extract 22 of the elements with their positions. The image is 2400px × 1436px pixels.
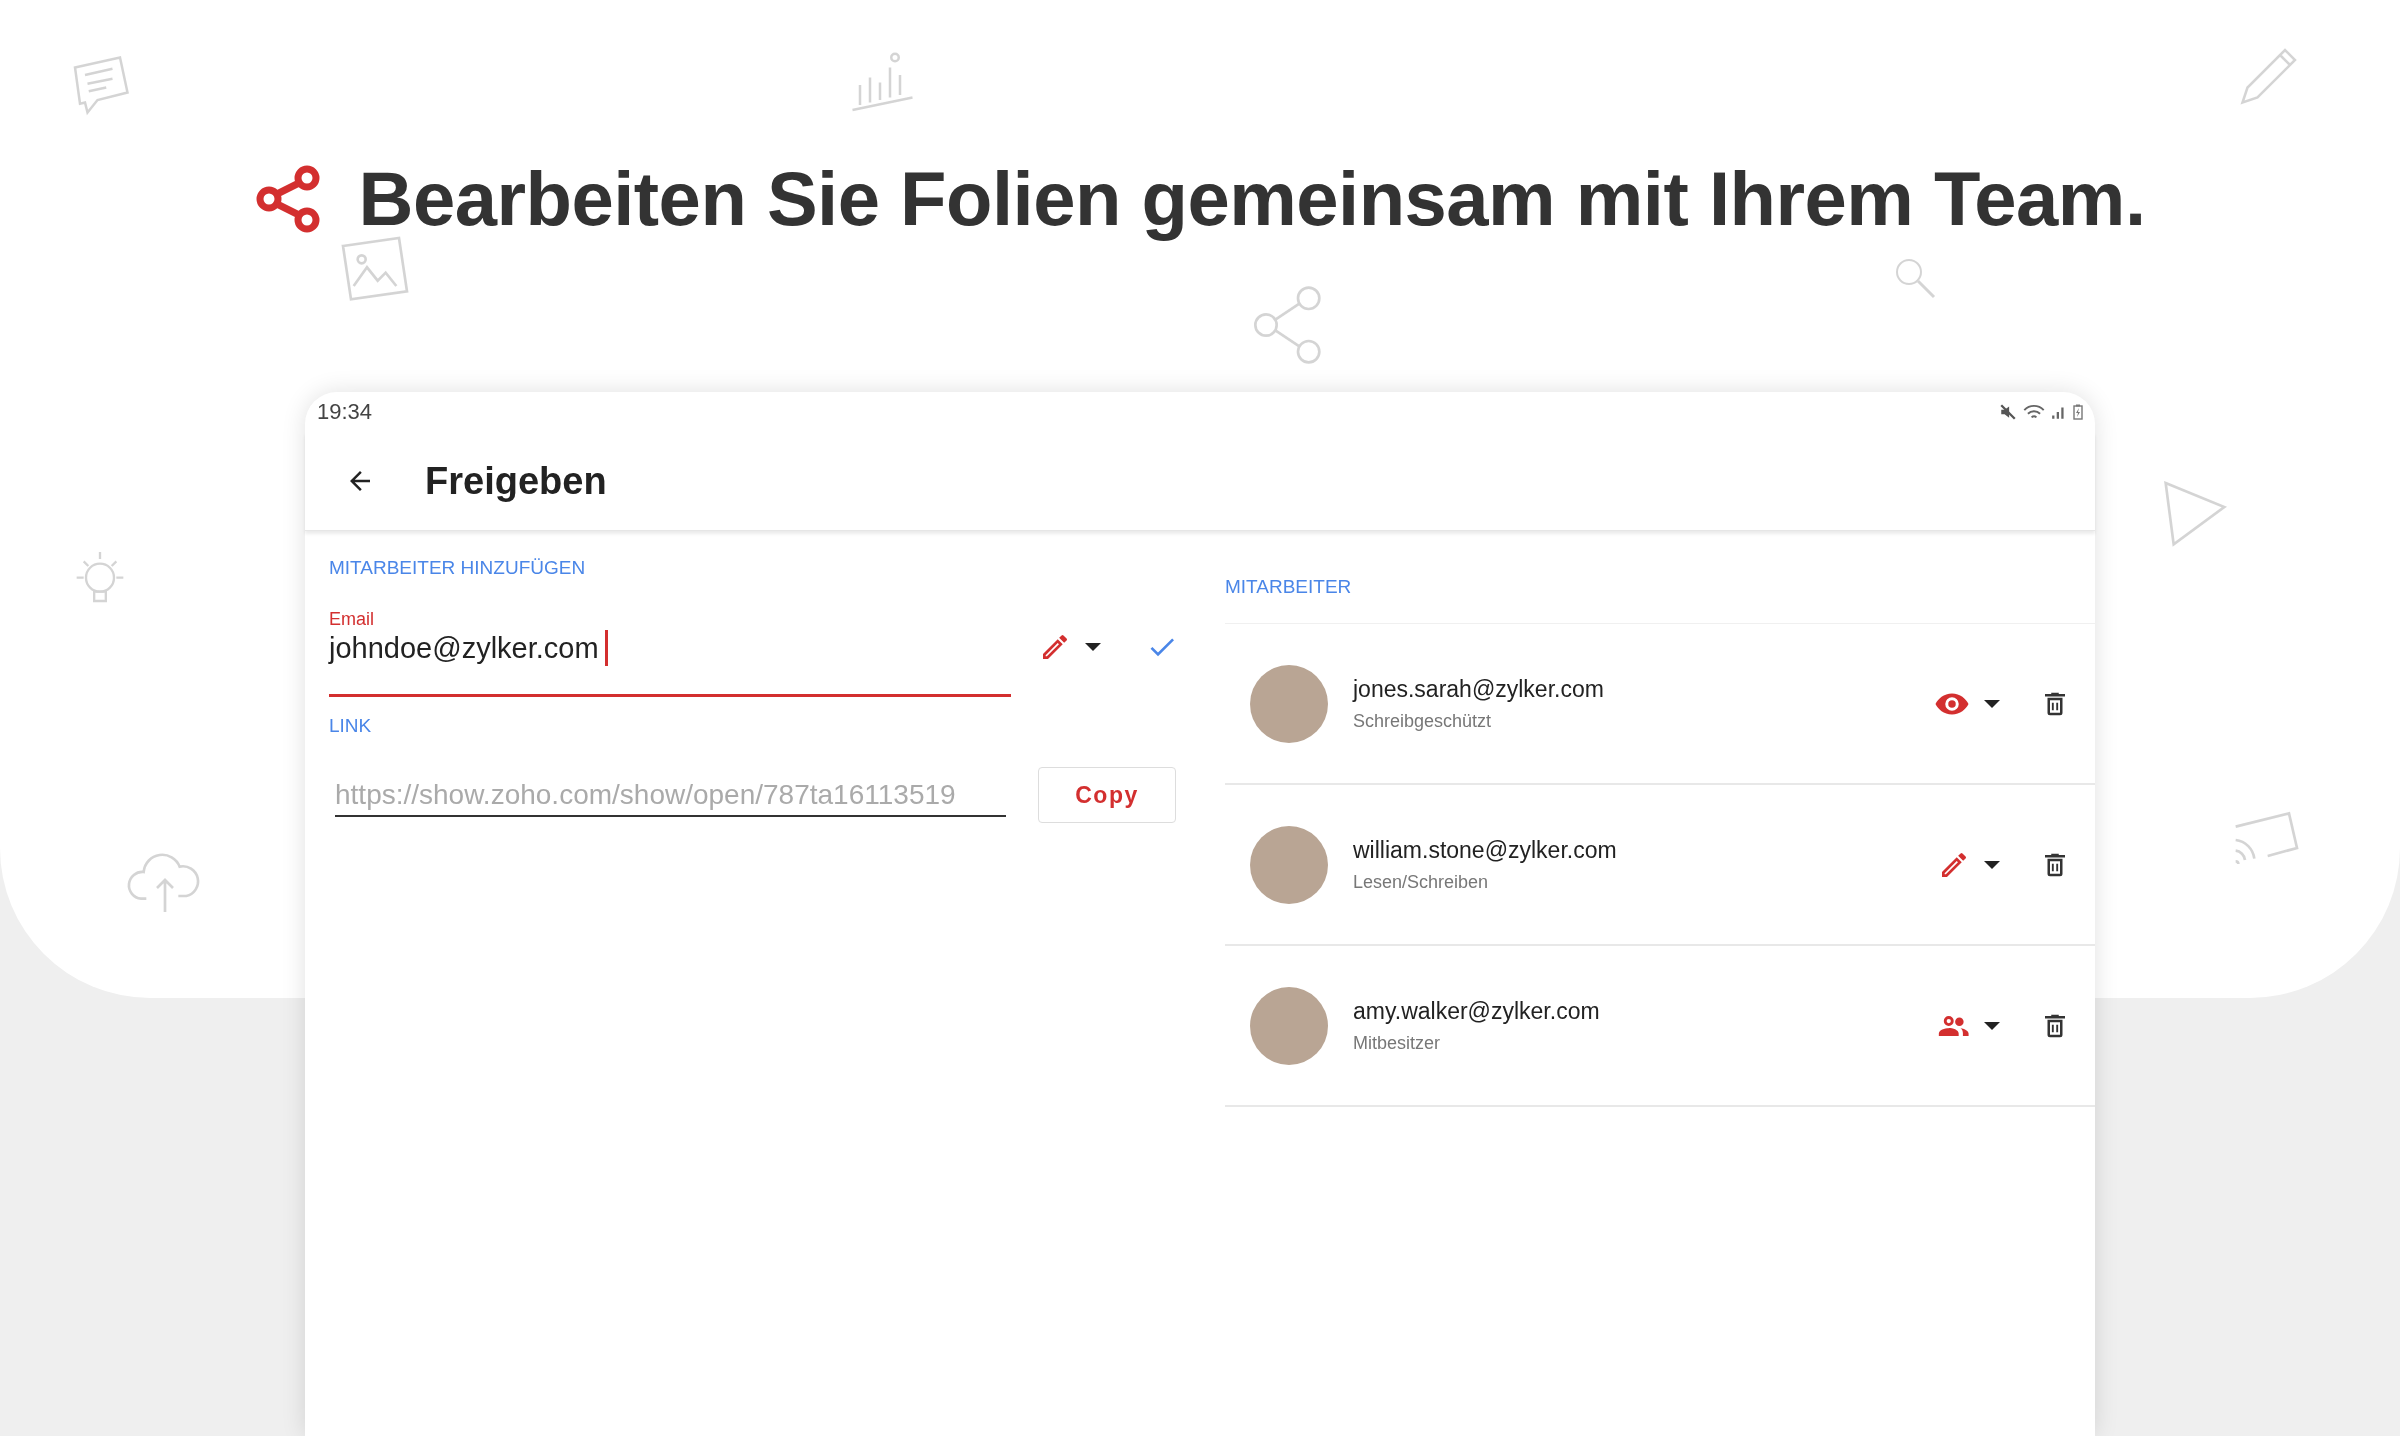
email-field[interactable]: Email johndoe@zylker.com <box>329 609 1011 697</box>
headline: Bearbeiten Sie Folien gemeinsam mit Ihrem Team. <box>358 155 2146 242</box>
collaborator-role: Schreibgeschützt <box>1353 710 1493 732</box>
caret-icon[interactable] <box>1984 699 2000 708</box>
collaborator-email: william.stone@zylker.com <box>1353 836 1618 864</box>
section-heading: MITARBEITER <box>1225 576 1353 598</box>
collaborator-email: jones.sarah@zylker.com <box>1353 675 1605 703</box>
wifi-icon <box>2023 403 2045 421</box>
caret-icon[interactable] <box>1984 860 2000 869</box>
section-heading: MITARBEITER HINZUFÜGEN <box>329 557 587 579</box>
collaborator-role: Lesen/Schreiben <box>1353 871 1490 893</box>
status-time: 19:34 <box>317 399 373 425</box>
caret-icon[interactable] <box>1984 1021 2000 1030</box>
battery-icon <box>2073 404 2083 420</box>
collaborator-role: Mitbesitzer <box>1353 1032 1442 1054</box>
signal-icon <box>2051 404 2067 420</box>
mute-icon <box>1999 403 2017 421</box>
collaborator-email: amy.walker@zylker.com <box>1353 997 1601 1025</box>
caret-icon[interactable] <box>1085 643 1101 651</box>
section-heading: LINK <box>329 715 373 737</box>
copy-button[interactable]: Copy <box>1038 767 1176 823</box>
screen-title: Freigeben <box>425 459 607 503</box>
